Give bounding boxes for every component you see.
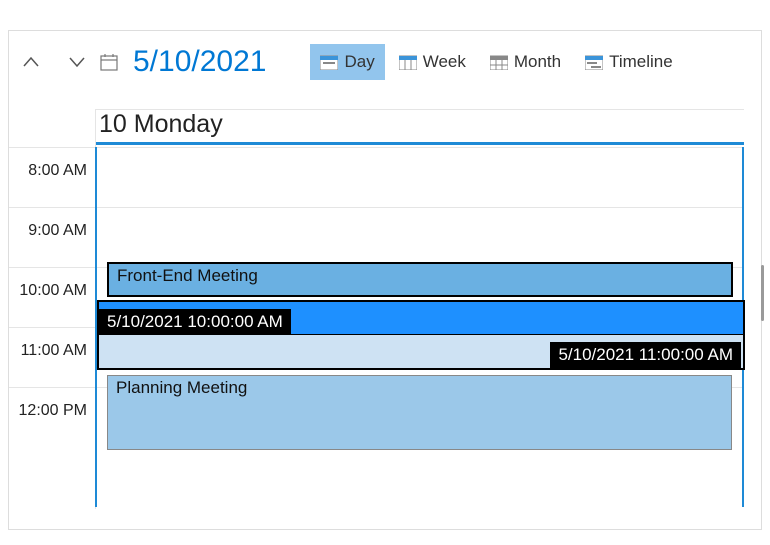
date-picker-button[interactable] — [97, 50, 121, 74]
day-header-label: 10 Monday — [95, 110, 744, 139]
view-month-button[interactable]: Month — [480, 44, 571, 80]
previous-button[interactable] — [19, 50, 43, 74]
hour-label: 8:00 AM — [28, 162, 87, 180]
hour-label: 9:00 AM — [28, 222, 87, 240]
event-title: Front-End Meeting — [117, 266, 258, 286]
hour-label: 10:00 AM — [19, 282, 87, 300]
event-planning-meeting[interactable]: Planning Meeting — [107, 375, 732, 450]
view-day-label: Day — [344, 52, 374, 72]
month-view-icon — [490, 54, 508, 70]
scrollbar-thumb[interactable] — [761, 265, 764, 321]
view-week-button[interactable]: Week — [389, 44, 476, 80]
chevron-down-icon — [68, 56, 86, 68]
toolbar: 5/10/2021 Day Week — [9, 31, 761, 93]
day-view-icon — [320, 54, 338, 70]
day-header: 10 Monday — [95, 109, 744, 145]
hour-label: 11:00 AM — [21, 342, 87, 360]
calendar-icon — [100, 53, 118, 71]
today-indicator — [95, 142, 744, 145]
week-view-icon — [399, 54, 417, 70]
time-gutter: 8:00 AM 9:00 AM 10:00 AM 11:00 AM 12:00 … — [9, 147, 95, 447]
current-date-label: 5/10/2021 — [133, 45, 266, 79]
drag-end-tooltip: 5/10/2021 11:00:00 AM — [550, 342, 741, 368]
event-title: Planning Meeting — [116, 378, 247, 398]
timeline-view-icon — [585, 54, 603, 70]
view-day-button[interactable]: Day — [310, 44, 384, 80]
event-frontend-meeting[interactable]: Front-End Meeting — [107, 262, 733, 297]
chevron-up-icon — [22, 56, 40, 68]
view-timeline-button[interactable]: Timeline — [575, 44, 683, 80]
view-week-label: Week — [423, 52, 466, 72]
view-timeline-label: Timeline — [609, 52, 673, 72]
calendar-app: 5/10/2021 Day Week — [8, 30, 762, 530]
drag-start-tooltip: 5/10/2021 10:00:00 AM — [99, 309, 291, 335]
view-month-label: Month — [514, 52, 561, 72]
hour-label: 12:00 PM — [19, 402, 87, 420]
next-button[interactable] — [65, 50, 89, 74]
